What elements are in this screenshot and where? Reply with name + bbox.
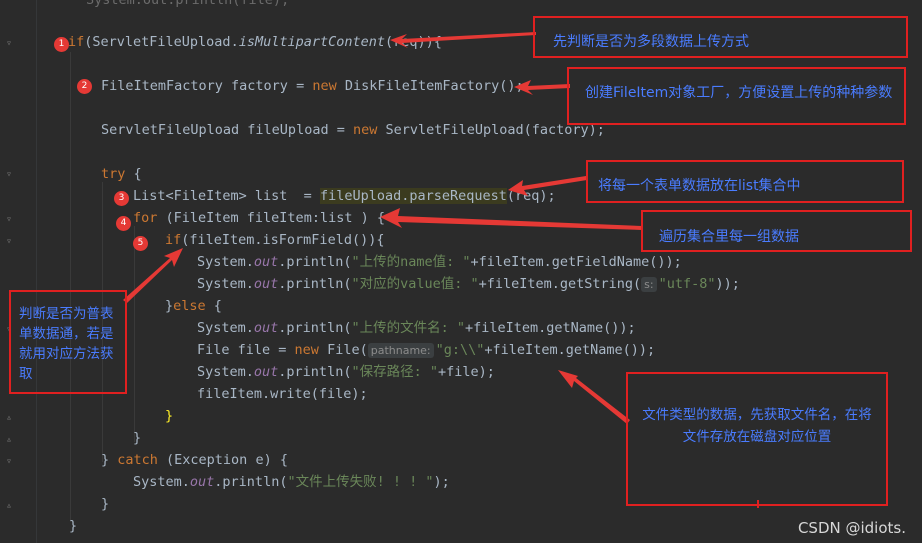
indent-guide xyxy=(134,226,135,442)
step-marker-3: 3 xyxy=(114,191,129,206)
annotation-box: 遍历集合里每一组数据 xyxy=(641,210,912,252)
indent-guide xyxy=(70,52,71,522)
code-line: File file = new File(pathname: "g:\\"+fil… xyxy=(197,342,656,358)
annotation-box: 创建FileItem对象工厂，方便设置上传的种种参数 xyxy=(567,67,906,125)
step-marker-4: 4 xyxy=(116,216,131,231)
step-marker-5: 5 xyxy=(133,236,148,251)
parameter-hint: pathname: xyxy=(367,343,434,358)
code-line: }else { xyxy=(165,298,222,314)
code-line: if(ServletFileUpload.isMultipartContent(… xyxy=(68,34,442,50)
code-line: if(fileItem.isFormField()){ xyxy=(165,232,385,248)
step-marker-2: 2 xyxy=(77,79,92,94)
code-line: System.out.println("保存路径: "+file); xyxy=(197,364,495,380)
annotation-tick xyxy=(757,500,759,508)
code-line: } xyxy=(133,430,142,446)
code-line: for (FileItem fileItem:list ) { xyxy=(133,210,385,226)
code-line: } catch (Exception e) { xyxy=(101,452,288,468)
code-line: ServletFileUpload fileUpload = new Servl… xyxy=(101,122,605,138)
step-marker-1: 1 xyxy=(54,37,69,52)
code-line: } xyxy=(165,408,174,424)
annotation-box: 先判断是否为多段数据上传方式 xyxy=(533,16,908,58)
code-line: fileItem.write(file); xyxy=(197,386,368,402)
code-line: System.out.println(file); xyxy=(86,0,290,8)
code-line: List<FileItem> list = fileUpload.parseRe… xyxy=(133,188,556,204)
annotation-box: 文件类型的数据，先获取文件名，在将文件存放在磁盘对应位置 xyxy=(626,372,888,506)
code-line: FileItemFactory factory = new DiskFileIt… xyxy=(101,78,524,94)
code-line: try { xyxy=(101,166,142,182)
code-line: } xyxy=(101,496,110,512)
code-line: } xyxy=(69,518,78,534)
parameter-hint: s: xyxy=(641,277,657,292)
annotation-box: 判断是否为普表单数据通，若是就用对应方法获取 xyxy=(9,290,127,394)
code-line: System.out.println("上传的文件名: "+fileItem.g… xyxy=(197,320,636,336)
code-line: System.out.println("对应的value值: "+fileIte… xyxy=(197,276,740,292)
code-line: System.out.println("上传的name值: "+fileItem… xyxy=(197,254,682,270)
watermark: CSDN @idiots. xyxy=(797,519,906,537)
annotation-box: 将每一个表单数据放在list集合中 xyxy=(586,160,904,203)
code-line: System.out.println("文件上传失败! ! ! "); xyxy=(133,474,450,490)
